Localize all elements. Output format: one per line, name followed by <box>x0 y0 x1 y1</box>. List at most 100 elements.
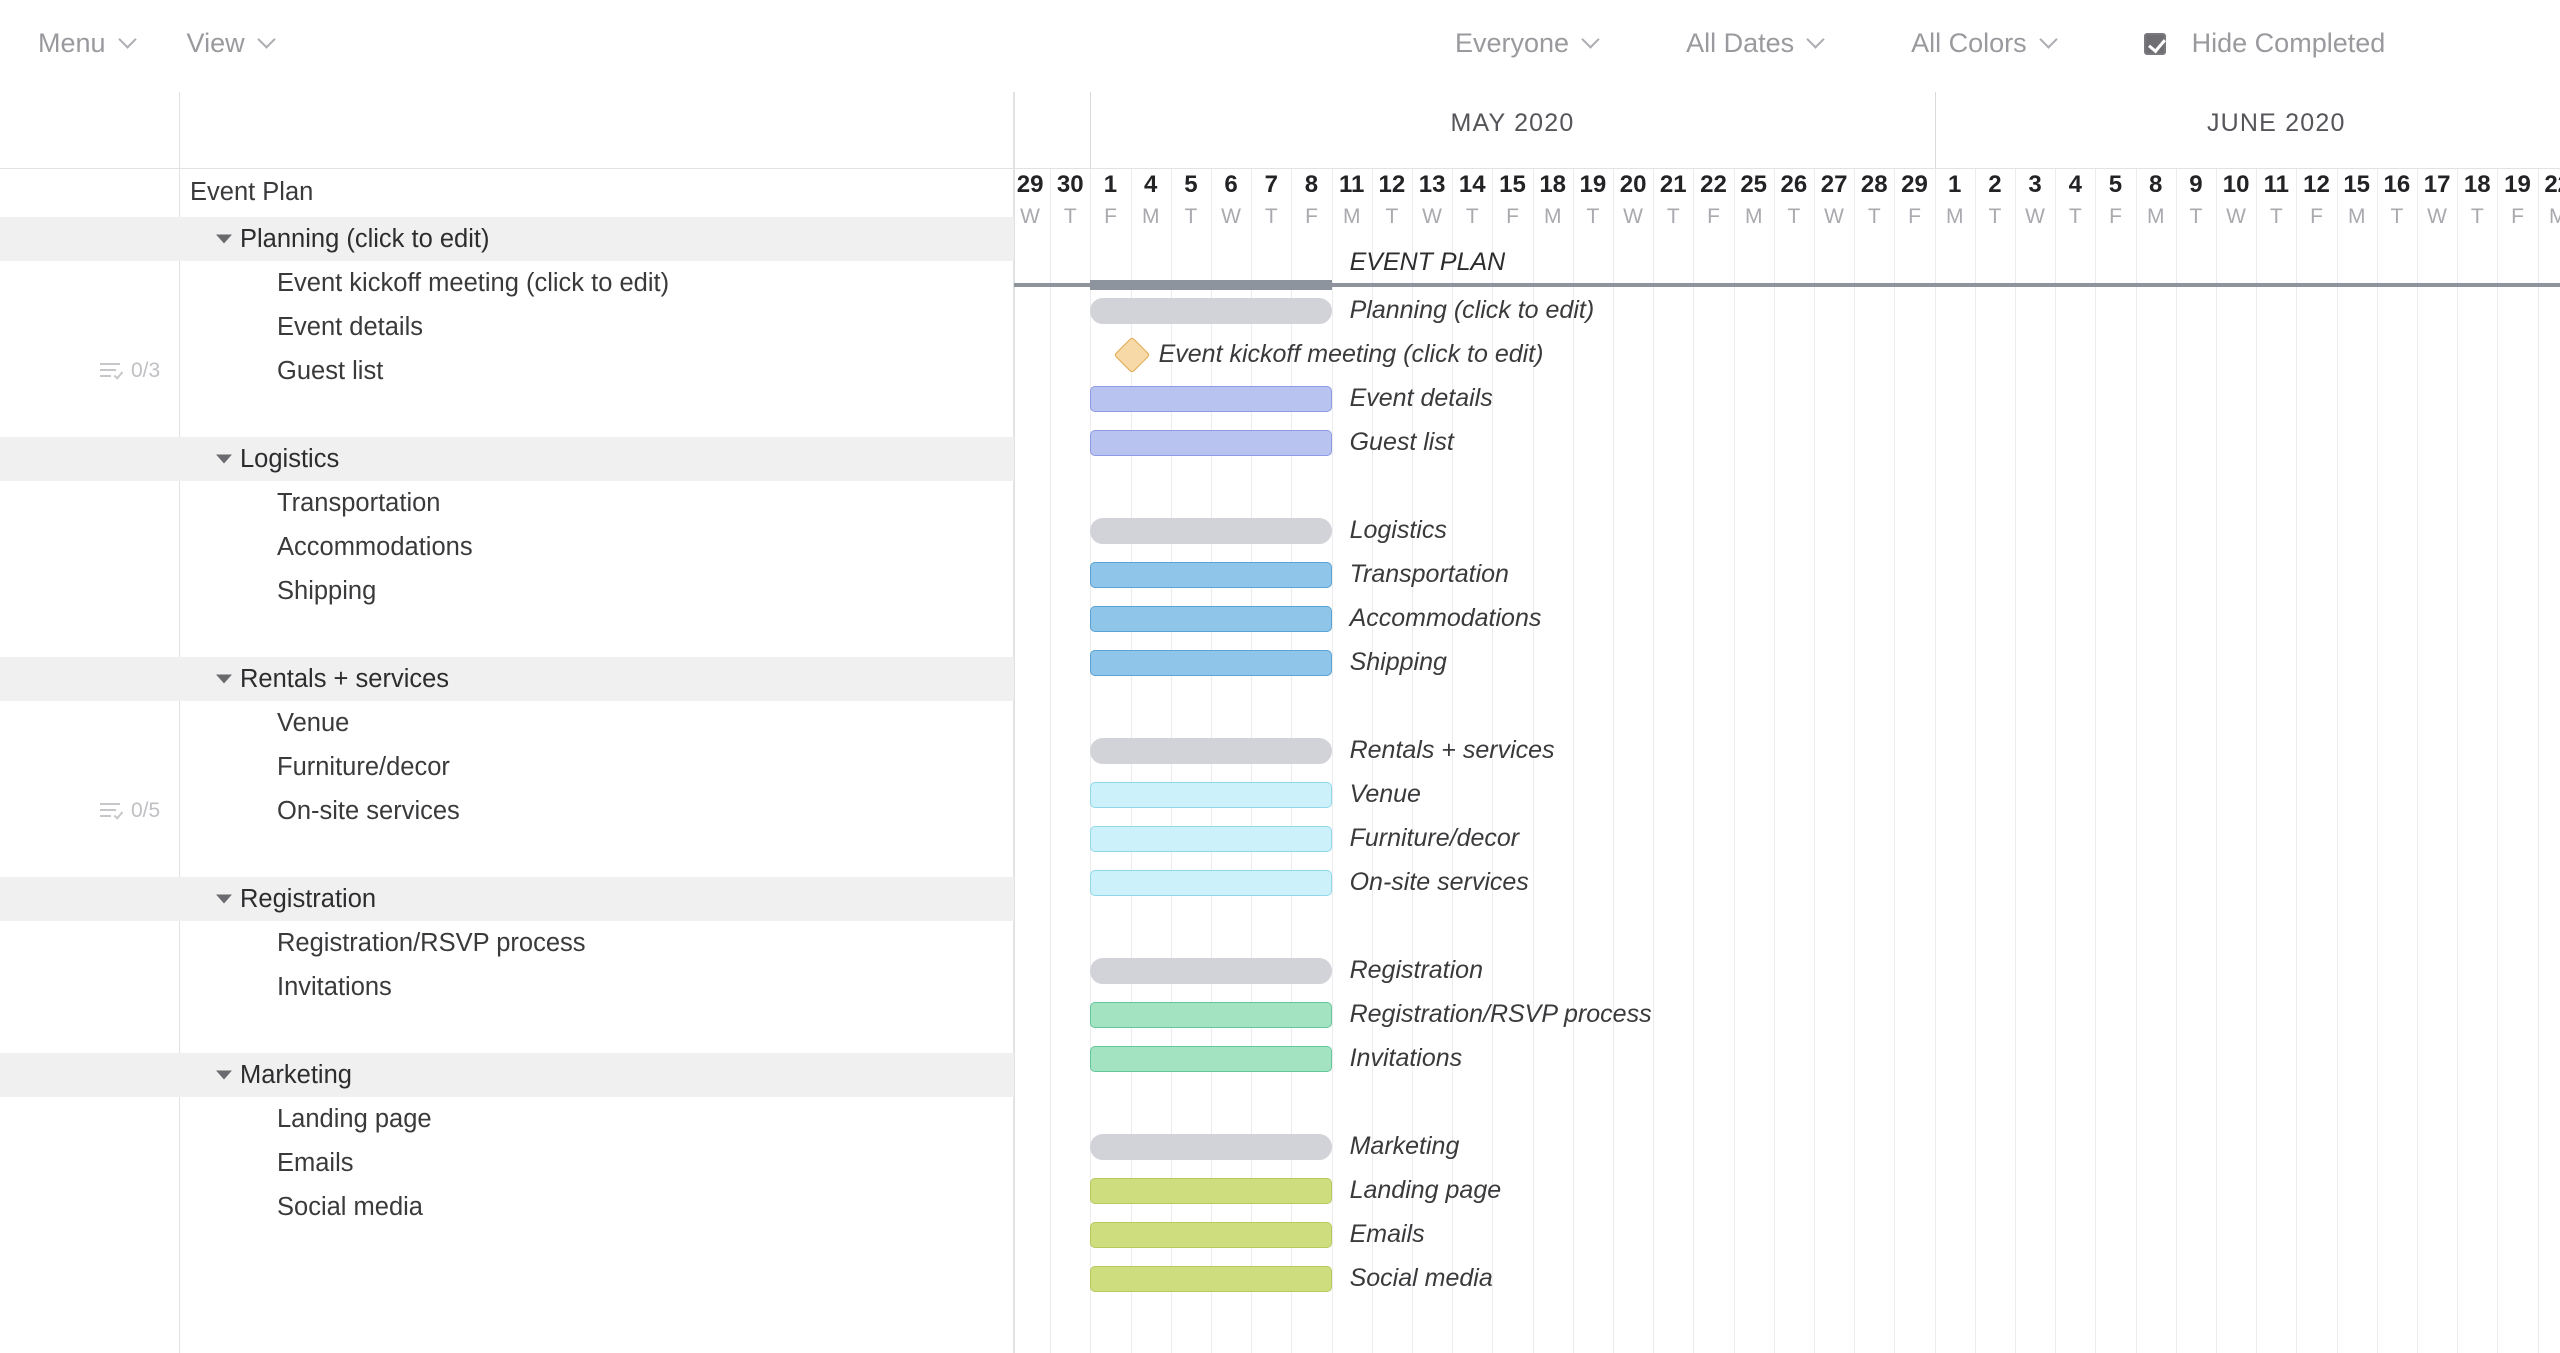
timeline-day-cell[interactable]: 15 F <box>1492 168 1532 240</box>
timeline-day-cell[interactable]: 19 T <box>1573 168 1613 240</box>
timeline-day-cell[interactable]: 18 T <box>2457 168 2497 240</box>
caret-down-icon[interactable] <box>216 454 232 464</box>
timeline-day-cell[interactable]: 12 F <box>2296 168 2336 240</box>
timeline-day-cell[interactable]: 9T <box>2176 168 2216 240</box>
caret-down-icon[interactable] <box>216 674 232 684</box>
gantt-task-bar[interactable] <box>1090 870 1332 896</box>
task-row[interactable]: Transportation <box>0 481 1014 525</box>
gantt-task-bar[interactable] <box>1090 562 1332 588</box>
timeline-day-cell[interactable]: 8F <box>1291 168 1331 240</box>
timeline-day-cell[interactable]: 11 T <box>2256 168 2296 240</box>
timeline-day-cell[interactable]: 20 W <box>1613 168 1653 240</box>
gantt-task-bar[interactable] <box>1090 1266 1332 1292</box>
timeline-day-cell[interactable]: 27 W <box>1814 168 1854 240</box>
gantt-task-bar[interactable] <box>1090 650 1332 676</box>
gantt-task-bar[interactable] <box>1090 606 1332 632</box>
task-group-row[interactable]: Planning (click to edit) <box>0 217 1014 261</box>
view-dropdown[interactable]: View <box>187 28 276 59</box>
assignee-filter-dropdown[interactable]: Everyone <box>1455 28 1600 59</box>
timeline-day-divider <box>2376 168 2378 240</box>
checkbox-checked-icon[interactable] <box>2143 32 2166 55</box>
timeline-day-cell[interactable]: 22 F <box>1693 168 1733 240</box>
task-row[interactable]: Guest list 0/3 <box>0 349 1014 393</box>
caret-down-icon[interactable] <box>216 894 232 904</box>
color-filter-dropdown[interactable]: All Colors <box>1911 28 2058 59</box>
hide-completed-toggle[interactable]: Hide Completed <box>2143 28 2385 59</box>
task-row[interactable]: Shipping <box>0 569 1014 613</box>
task-group-row[interactable]: Registration <box>0 877 1014 921</box>
timeline-day-cell[interactable]: 11 M <box>1332 168 1372 240</box>
gantt-task-bar[interactable] <box>1090 1222 1332 1248</box>
timeline-day-cell[interactable]: 12 T <box>1372 168 1412 240</box>
task-row[interactable]: Venue <box>0 701 1014 745</box>
timeline-day-cell[interactable]: 5T <box>1171 168 1211 240</box>
timeline-day-divider <box>1894 168 1896 240</box>
task-row[interactable]: Accommodations <box>0 525 1014 569</box>
timeline-day-number: 22 <box>2544 171 2560 198</box>
task-group-row[interactable]: Logistics <box>0 437 1014 481</box>
milestone-diamond-icon[interactable] <box>1113 336 1150 374</box>
gantt-task-bar[interactable] <box>1090 386 1332 412</box>
timeline-day-cell[interactable]: 19 F <box>2497 168 2537 240</box>
task-group-row[interactable]: Marketing <box>0 1053 1014 1097</box>
timeline-day-cell[interactable]: 13 W <box>1412 168 1452 240</box>
timeline-day-cell[interactable]: 7T <box>1251 168 1291 240</box>
task-row[interactable]: Event details <box>0 305 1014 349</box>
gantt-task-bar[interactable] <box>1090 826 1332 852</box>
project-title-row[interactable]: Event Plan <box>0 168 1014 217</box>
task-group-row[interactable]: Rentals + services <box>0 657 1014 701</box>
timeline-day-cell[interactable]: 18 M <box>1533 168 1573 240</box>
timeline-day-divider <box>2457 168 2459 240</box>
gantt-task-bar[interactable] <box>1090 1046 1332 1072</box>
timeline-day-letter: T <box>2269 205 2283 228</box>
task-row[interactable]: Social media <box>0 1185 1014 1229</box>
timeline-day-cell[interactable]: 5F <box>2095 168 2135 240</box>
task-row[interactable]: On-site services 0/5 <box>0 789 1014 833</box>
task-row[interactable]: Registration/RSVP process <box>0 921 1014 965</box>
timeline-day-letter: T <box>1184 205 1198 228</box>
timeline-day-cell[interactable]: 26 T <box>1774 168 1814 240</box>
gantt-group-bar[interactable] <box>1090 958 1332 984</box>
gantt-task-bar[interactable] <box>1090 1178 1332 1204</box>
gantt-task-bar[interactable] <box>1090 782 1332 808</box>
gantt-group-bar[interactable] <box>1090 518 1332 544</box>
timeline-day-cell[interactable]: 21 T <box>1653 168 1693 240</box>
gantt-group-bar[interactable] <box>1090 1134 1332 1160</box>
gantt-group-bar[interactable] <box>1090 738 1332 764</box>
timeline-day-cell[interactable]: 29 F <box>1894 168 1934 240</box>
timeline-day-cell[interactable]: 6W <box>1211 168 1251 240</box>
menu-dropdown[interactable]: Menu <box>38 28 137 59</box>
gantt-bar-label: Registration/RSVP process <box>1349 1000 1652 1028</box>
timeline-day-cell[interactable]: 1M <box>1935 168 1975 240</box>
task-row[interactable]: Landing page <box>0 1097 1014 1141</box>
timeline-day-cell[interactable]: 15 M <box>2337 168 2377 240</box>
timeline-day-cell[interactable]: 3W <box>2015 168 2055 240</box>
timeline-day-cell[interactable]: 28 T <box>1854 168 1894 240</box>
timeline-day-cell[interactable]: 4M <box>1131 168 1171 240</box>
timeline-day-cell[interactable]: 4T <box>2055 168 2095 240</box>
timeline-day-cell[interactable]: 10 W <box>2216 168 2256 240</box>
task-row[interactable]: Emails <box>0 1141 1014 1185</box>
date-filter-dropdown[interactable]: All Dates <box>1686 28 1825 59</box>
task-row[interactable]: Invitations <box>0 965 1014 1009</box>
timeline-day-cell[interactable]: 29 W <box>1014 168 1050 240</box>
timeline-day-divider <box>2256 168 2258 240</box>
timeline-day-cell[interactable]: 8M <box>2136 168 2176 240</box>
timeline-day-cell[interactable]: 1F <box>1090 168 1130 240</box>
gantt-task-bar[interactable] <box>1090 430 1332 456</box>
timeline-day-divider <box>1613 168 1614 240</box>
timeline-day-cell[interactable]: 16 T <box>2377 168 2417 240</box>
task-name-label: Emails <box>277 1148 354 1177</box>
task-row[interactable]: Furniture/decor <box>0 745 1014 789</box>
gantt-task-bar[interactable] <box>1090 1002 1332 1028</box>
gantt-group-bar[interactable] <box>1090 298 1332 324</box>
timeline-day-cell[interactable]: 2T <box>1975 168 2015 240</box>
caret-down-icon[interactable] <box>216 1070 232 1080</box>
caret-down-icon[interactable] <box>216 234 232 244</box>
timeline-day-cell[interactable]: 22 M <box>2538 168 2560 240</box>
timeline-day-cell[interactable]: 30 T <box>1050 168 1090 240</box>
timeline-day-cell[interactable]: 25 M <box>1734 168 1774 240</box>
timeline-day-cell[interactable]: 17 W <box>2417 168 2457 240</box>
timeline-day-cell[interactable]: 14 T <box>1452 168 1492 240</box>
task-row[interactable]: Event kickoff meeting (click to edit) <box>0 261 1014 305</box>
